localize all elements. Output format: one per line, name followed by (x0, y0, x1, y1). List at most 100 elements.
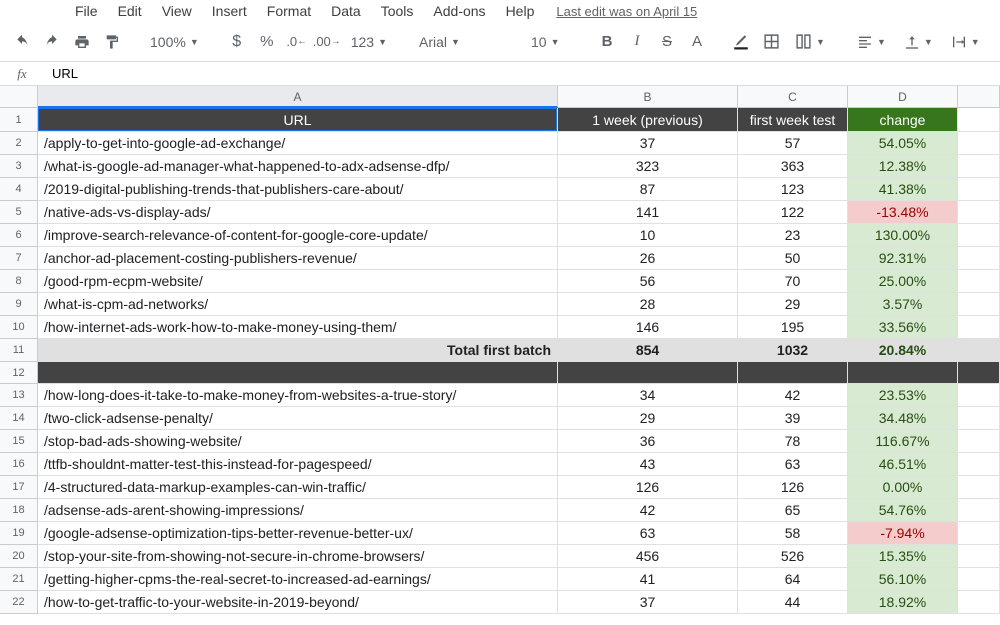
text-color-button[interactable]: A (685, 29, 709, 55)
cell[interactable]: 65 (738, 499, 848, 522)
last-edit-link[interactable]: Last edit was on April 15 (556, 4, 697, 19)
merge-cells-button[interactable]: ▼ (789, 29, 831, 55)
row-header-13[interactable]: 13 (0, 384, 38, 407)
cell[interactable] (958, 293, 1000, 316)
cell[interactable]: 146 (558, 316, 738, 339)
cell[interactable]: 87 (558, 178, 738, 201)
cell[interactable] (958, 224, 1000, 247)
cell[interactable]: 12.38% (848, 155, 958, 178)
cell[interactable]: 526 (738, 545, 848, 568)
borders-button[interactable] (759, 29, 783, 55)
cell[interactable]: 130.00% (848, 224, 958, 247)
cell[interactable]: 195 (738, 316, 848, 339)
cell[interactable]: 63 (738, 453, 848, 476)
cell[interactable]: /google-adsense-optimization-tips-better… (38, 522, 558, 545)
cell[interactable]: 41.38% (848, 178, 958, 201)
cell[interactable]: /apply-to-get-into-google-ad-exchange/ (38, 132, 558, 155)
cell[interactable]: 44 (738, 591, 848, 614)
vertical-align-button[interactable]: ▼ (898, 29, 939, 55)
cell[interactable]: 57 (738, 132, 848, 155)
cell[interactable] (958, 201, 1000, 224)
cell[interactable]: 37 (558, 591, 738, 614)
row-header-15[interactable]: 15 (0, 430, 38, 453)
row-header-3[interactable]: 3 (0, 155, 38, 178)
cell[interactable]: 56 (558, 270, 738, 293)
row-header-4[interactable]: 4 (0, 178, 38, 201)
cell[interactable]: 70 (738, 270, 848, 293)
cell[interactable] (958, 476, 1000, 499)
cell[interactable]: /stop-your-site-from-showing-not-secure-… (38, 545, 558, 568)
italic-button[interactable]: I (625, 29, 649, 55)
cell[interactable] (958, 522, 1000, 545)
redo-button[interactable] (40, 29, 64, 55)
cell[interactable]: 1 week (previous) (558, 108, 738, 132)
cell[interactable]: 116.67% (848, 430, 958, 453)
cell[interactable]: change (848, 108, 958, 132)
select-all-cell[interactable] (0, 86, 38, 108)
bold-button[interactable]: B (595, 29, 619, 55)
cell[interactable]: /what-is-cpm-ad-networks/ (38, 293, 558, 316)
menu-format[interactable]: Format (257, 1, 321, 21)
cell[interactable]: /how-to-get-traffic-to-your-website-in-2… (38, 591, 558, 614)
cell[interactable] (958, 384, 1000, 407)
row-header-22[interactable]: 22 (0, 591, 38, 614)
cell[interactable]: 323 (558, 155, 738, 178)
cell[interactable]: 3.57% (848, 293, 958, 316)
cell[interactable]: first week test (738, 108, 848, 132)
cell[interactable]: 29 (738, 293, 848, 316)
text-rotation-button[interactable]: A (992, 29, 1000, 55)
cell[interactable]: 15.35% (848, 545, 958, 568)
cell[interactable]: 41 (558, 568, 738, 591)
row-header-8[interactable]: 8 (0, 270, 38, 293)
row-header-16[interactable]: 16 (0, 453, 38, 476)
cell[interactable]: 363 (738, 155, 848, 178)
increase-decimal-button[interactable]: .00→ (315, 29, 339, 55)
cell[interactable]: 1032 (738, 339, 848, 362)
zoom-select[interactable]: 100%▼ (144, 29, 205, 55)
menu-add-ons[interactable]: Add-ons (423, 1, 495, 21)
cell[interactable]: 54.76% (848, 499, 958, 522)
cell[interactable]: 50 (738, 247, 848, 270)
menu-view[interactable]: View (152, 1, 202, 21)
cell[interactable]: /adsense-ads-arent-showing-impressions/ (38, 499, 558, 522)
row-header-11[interactable]: 11 (0, 339, 38, 362)
cell[interactable]: /2019-digital-publishing-trends-that-pub… (38, 178, 558, 201)
menu-help[interactable]: Help (496, 1, 545, 21)
undo-button[interactable] (10, 29, 34, 55)
cell[interactable] (958, 453, 1000, 476)
cell[interactable]: /ttfb-shouldnt-matter-test-this-instead-… (38, 453, 558, 476)
cell[interactable]: /native-ads-vs-display-ads/ (38, 201, 558, 224)
cell[interactable]: 126 (738, 476, 848, 499)
print-button[interactable] (70, 29, 94, 55)
cell[interactable]: /what-is-google-ad-manager-what-happened… (38, 155, 558, 178)
cell[interactable] (958, 270, 1000, 293)
cell[interactable] (848, 362, 958, 384)
row-header-10[interactable]: 10 (0, 316, 38, 339)
cell[interactable]: 92.31% (848, 247, 958, 270)
menu-insert[interactable]: Insert (202, 1, 257, 21)
cell[interactable] (558, 362, 738, 384)
cell[interactable]: 78 (738, 430, 848, 453)
cell[interactable] (958, 568, 1000, 591)
cell[interactable]: /improve-search-relevance-of-content-for… (38, 224, 558, 247)
cell[interactable]: 20.84% (848, 339, 958, 362)
cell[interactable]: -13.48% (848, 201, 958, 224)
row-header-17[interactable]: 17 (0, 476, 38, 499)
menu-data[interactable]: Data (321, 1, 371, 21)
cell[interactable]: 25.00% (848, 270, 958, 293)
cell[interactable]: /good-rpm-ecpm-website/ (38, 270, 558, 293)
cell[interactable]: 42 (738, 384, 848, 407)
cell[interactable] (738, 362, 848, 384)
row-header-18[interactable]: 18 (0, 499, 38, 522)
cell[interactable]: 126 (558, 476, 738, 499)
menu-file[interactable]: File (65, 1, 108, 21)
row-header-1[interactable]: 1 (0, 108, 38, 132)
cell[interactable]: 64 (738, 568, 848, 591)
menu-tools[interactable]: Tools (371, 1, 424, 21)
cell[interactable] (958, 132, 1000, 155)
cell[interactable]: 54.05% (848, 132, 958, 155)
cell[interactable]: 39 (738, 407, 848, 430)
cell[interactable]: 46.51% (848, 453, 958, 476)
cell[interactable] (38, 362, 558, 384)
cell[interactable]: /two-click-adsense-penalty/ (38, 407, 558, 430)
